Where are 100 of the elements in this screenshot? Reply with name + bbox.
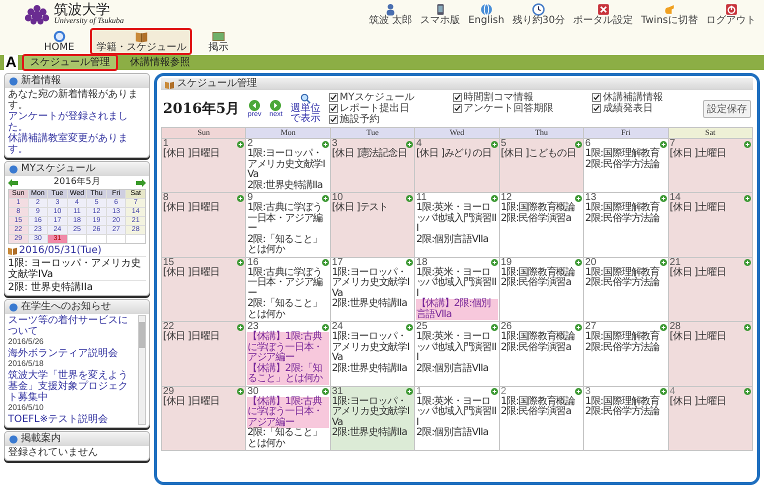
add-icon[interactable] (322, 140, 329, 148)
add-icon[interactable] (744, 324, 751, 330)
schedule-entry[interactable]: 2限:個別言語VIIa (416, 428, 498, 438)
add-icon[interactable] (490, 388, 498, 395)
schedule-entry[interactable]: 2限:世界史特講IIa (247, 180, 329, 191)
add-icon[interactable] (660, 324, 667, 330)
day-cell[interactable]: 8 [休日 ]日曜日 (162, 193, 246, 258)
day-cell[interactable]: 3 1限:国際理解教育 2限:民俗学方法論 (584, 386, 669, 451)
schedule-entry[interactable]: [休日 ]日曜日 (163, 268, 244, 278)
schedule-entry[interactable]: 2限:民俗学方法論 (585, 278, 667, 288)
notice-link[interactable]: スーツ等の着付サービスについて (8, 315, 136, 337)
add-icon[interactable] (237, 194, 244, 202)
schedule-entry[interactable]: 2限:民俗学方法論 (585, 407, 667, 418)
add-icon[interactable] (660, 259, 667, 266)
schedule-entry[interactable]: 2限:個別言語VIIa (416, 364, 498, 374)
schedule-entry[interactable]: 2限:民俗学方法論 (585, 214, 667, 224)
add-icon[interactable] (406, 140, 414, 148)
nav-item[interactable]: HOME (38, 28, 80, 55)
day-cell[interactable]: 1 [休日 ]日曜日 (162, 139, 246, 193)
add-icon[interactable] (490, 140, 498, 148)
date-link[interactable]: 2016/05/31(Tue) (19, 245, 102, 256)
add-icon[interactable] (575, 324, 582, 330)
subnav-tab[interactable]: スケジュール管理 (22, 54, 118, 71)
day-cell[interactable]: 16 1限:古典に学ぼう一日本・アジア編ー 2限:「知ること」とは何か (246, 258, 331, 322)
add-icon[interactable] (744, 194, 751, 202)
add-icon[interactable] (490, 324, 498, 330)
add-icon[interactable] (660, 388, 667, 395)
schedule-entry[interactable]: 2限:「知ること」とは何か (247, 234, 329, 256)
schedule-entry[interactable]: 2限:世界史特講IIa (332, 364, 414, 374)
add-icon[interactable] (660, 140, 667, 148)
schedule-entry[interactable]: [休日 ]こどもの日 (500, 149, 582, 160)
schedule-entry[interactable]: 【休講】2限:「知ること」とは何か (247, 364, 329, 384)
schedule-entry[interactable]: 2限:「知ること」とは何か (247, 299, 329, 320)
schedule-entry[interactable]: 1限:国際教育概論 (500, 396, 582, 407)
add-icon[interactable] (575, 140, 582, 148)
header-link[interactable]: Twinsに切替 (641, 2, 698, 26)
day-cell[interactable]: 15 [休日 ]日曜日 (162, 258, 246, 322)
day-cell[interactable]: 22 [休日 ]日曜日 (162, 322, 246, 386)
add-icon[interactable] (490, 194, 498, 202)
schedule-entry[interactable]: 1限:英米・ヨーロッパ地域入門演習III (416, 203, 498, 234)
schedule-entry[interactable]: 2限:民俗学演習a (500, 278, 582, 288)
day-cell[interactable]: 30 【休講】1限:古典に学ぼう一日本・アジア編ー 2限:「知ること」とは何か (246, 386, 331, 451)
nav-item[interactable]: 掲示 (202, 28, 234, 55)
day-cell[interactable]: 2 1限:ヨーロッパ・アメリカ史文献学IVa 2限:世界史特講IIa (246, 139, 331, 193)
schedule-entry[interactable]: [休日 ]土曜日 (670, 203, 751, 214)
add-icon[interactable] (322, 259, 329, 266)
schedule-entry[interactable]: 1限:国際理解教育 (585, 396, 667, 407)
day-cell[interactable]: 18 1限:英米・ヨーロッパ地域入門演習III 【休講】2限:個別言語VIIa (415, 258, 500, 322)
day-cell[interactable]: 20 1限:国際理解教育 2限:民俗学方法論 (584, 258, 669, 322)
add-icon[interactable] (575, 194, 582, 202)
schedule-entry[interactable]: [休日 ]日曜日 (163, 396, 244, 407)
save-button[interactable]: 設定保存 (703, 100, 751, 118)
add-icon[interactable] (322, 388, 329, 395)
header-link[interactable]: 残り約30分 (512, 2, 566, 26)
day-cell[interactable]: 11 1限:英米・ヨーロッパ地域入門演習III 2限:個別言語VIIa (415, 193, 500, 258)
day-cell[interactable]: 1 1限:英米・ヨーロッパ地域入門演習III 2限:個別言語VIIa (415, 386, 500, 451)
day-cell[interactable]: 3 [休日 ]憲法記念日 (330, 139, 416, 193)
day-cell[interactable]: 23 【休講】1限:古典に学ぼう一日本・アジア編ー 【休講】2限:「知ること」とは何か (246, 322, 331, 386)
schedule-entry[interactable]: 2限:「知ること」とは何か (247, 428, 329, 449)
add-icon[interactable] (322, 324, 329, 330)
nav-item[interactable]: 学籍・スケジュール (90, 28, 192, 55)
scrollbar[interactable] (138, 315, 146, 425)
day-cell[interactable]: 4 [休日 ]土曜日 (668, 386, 753, 451)
day-cell[interactable]: 28 [休日 ]土曜日 (668, 322, 753, 386)
schedule-entry[interactable]: 【休講】2限:個別言語VIIa (416, 299, 498, 320)
filter-checkbox[interactable]: 時間割コマ情報 (452, 92, 586, 103)
schedule-entry[interactable]: 【休講】1限:古典に学ぼう一日本・アジア編ー (247, 396, 329, 428)
day-cell[interactable]: 5 [休日 ]こどもの日 (500, 139, 584, 193)
filter-checkbox[interactable]: 成績発表日 (592, 103, 695, 114)
schedule-entry[interactable]: [休日 ]土曜日 (670, 149, 751, 160)
checkbox[interactable] (452, 93, 462, 102)
schedule-entry[interactable]: 2限:世界史特講IIa (332, 299, 414, 310)
add-icon[interactable] (744, 388, 751, 395)
schedule-entry[interactable]: [休日 ]土曜日 (670, 396, 751, 407)
add-icon[interactable] (237, 324, 244, 330)
day-cell[interactable]: 4 [休日 ]みどりの日 (415, 139, 500, 193)
notice-link[interactable]: TOEFL※テスト説明会 (8, 414, 136, 425)
header-link[interactable]: English (468, 2, 504, 26)
day-cell[interactable]: 27 1限:国際理解教育 2限:民俗学方法論 (584, 322, 669, 386)
schedule-entry[interactable]: [休日 ]土曜日 (670, 268, 751, 278)
add-icon[interactable] (406, 194, 414, 202)
schedule-entry[interactable]: 1限:国際理解教育 (585, 268, 667, 278)
filter-checkbox[interactable]: 休講補講情報 (592, 92, 695, 103)
notice-link[interactable]: 筑波大学「世界を変えよう基金」支援対象プロジェクト募集中 (8, 370, 136, 403)
news-link[interactable]: 休講補講教室変更があります。 (8, 133, 146, 155)
schedule-entry[interactable]: 【休講】1限:古典に学ぼう一日本・アジア編ー (247, 332, 329, 364)
schedule-entry[interactable]: 2限:民俗学方法論 (585, 160, 667, 170)
checkbox[interactable] (592, 93, 601, 102)
day-cell[interactable]: 9 1限:古典に学ぼう一日本・アジア編ー 2限:「知ること」とは何か (246, 193, 331, 258)
add-icon[interactable] (575, 388, 582, 395)
header-link[interactable]: スマホ版 (420, 2, 460, 26)
schedule-entry[interactable]: 2限:個別言語VIIa (416, 234, 498, 245)
schedule-entry[interactable]: [休日 ]日曜日 (163, 149, 244, 160)
schedule-entry[interactable]: 2限:民俗学演習a (500, 214, 582, 224)
schedule-entry[interactable]: 2限:民俗学演習a (500, 407, 582, 418)
schedule-entry[interactable]: 1限:古典に学ぼう一日本・アジア編ー (247, 268, 329, 299)
add-icon[interactable] (237, 259, 244, 266)
schedule-entry[interactable]: 1限:ヨーロッパ・アメリカ史文献学IVa (332, 268, 414, 299)
header-link[interactable]: ログアウト (706, 2, 756, 26)
schedule-entry[interactable]: 1限:英米・ヨーロッパ地域入門演習III (416, 268, 498, 299)
